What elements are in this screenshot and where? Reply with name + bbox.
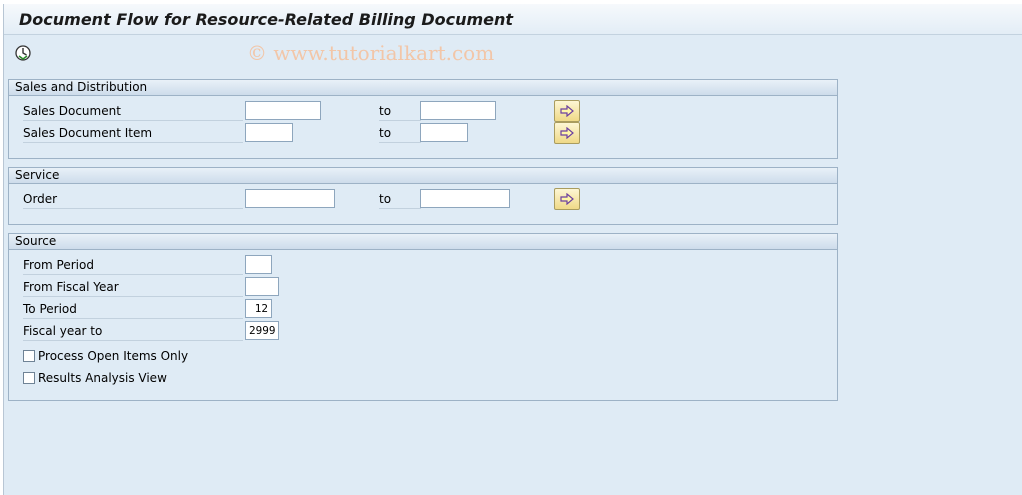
- group-header: Sales and Distribution: [9, 80, 837, 96]
- order-from-input[interactable]: [245, 189, 335, 208]
- fiscal-year-to-label: Fiscal year to: [23, 323, 243, 341]
- title-bar: Document Flow for Resource-Related Billi…: [4, 4, 1022, 35]
- application-toolbar: © www.tutorialkart.com: [4, 36, 1022, 69]
- arrow-right-icon: [560, 193, 574, 205]
- results-analysis-checkbox[interactable]: [23, 372, 35, 384]
- to-label: to: [379, 125, 421, 143]
- sales-document-row: Sales Document to: [9, 100, 837, 122]
- from-fiscal-year-input[interactable]: [245, 277, 279, 296]
- sales-document-label: Sales Document: [23, 103, 243, 121]
- to-label: to: [379, 191, 421, 209]
- process-open-items-checkbox[interactable]: [23, 350, 35, 362]
- from-fiscal-year-label: From Fiscal Year: [23, 279, 243, 297]
- from-period-input[interactable]: [245, 255, 272, 274]
- from-period-label: From Period: [23, 257, 243, 275]
- from-period-row: From Period: [9, 255, 837, 275]
- to-period-label: To Period: [23, 301, 243, 319]
- order-to-input[interactable]: [420, 189, 510, 208]
- to-period-input[interactable]: 12: [245, 299, 272, 318]
- group-header: Source: [9, 234, 837, 250]
- order-label: Order: [23, 191, 243, 209]
- sales-document-to-input[interactable]: [420, 101, 496, 120]
- execute-icon[interactable]: [14, 44, 32, 62]
- multiple-selection-button[interactable]: [554, 122, 580, 144]
- sales-document-item-label: Sales Document Item: [23, 125, 243, 143]
- page-title: Document Flow for Resource-Related Billi…: [19, 10, 514, 29]
- process-open-items-row: Process Open Items Only: [23, 349, 188, 367]
- to-label: to: [379, 103, 421, 121]
- fiscal-year-to-input[interactable]: 2999: [245, 321, 279, 340]
- arrow-right-icon: [560, 105, 574, 117]
- group-source: Source From Period From Fiscal Year To P…: [8, 233, 838, 401]
- group-header: Service: [9, 168, 837, 184]
- fiscal-year-to-row: Fiscal year to 2999: [9, 321, 837, 341]
- watermark-text: © www.tutorialkart.com: [247, 41, 495, 65]
- sales-document-item-to-input[interactable]: [420, 123, 468, 142]
- arrow-right-icon: [560, 127, 574, 139]
- sales-document-item-from-input[interactable]: [245, 123, 293, 142]
- results-analysis-row: Results Analysis View: [23, 371, 167, 389]
- sales-document-from-input[interactable]: [245, 101, 321, 120]
- process-open-items-label: Process Open Items Only: [38, 349, 189, 363]
- to-period-row: To Period 12: [9, 299, 837, 319]
- results-analysis-label: Results Analysis View: [38, 371, 167, 385]
- sap-window: Document Flow for Resource-Related Billi…: [3, 4, 1022, 495]
- group-sales-distribution: Sales and Distribution Sales Document to…: [8, 79, 838, 159]
- sales-document-item-row: Sales Document Item to: [9, 122, 837, 144]
- group-service: Service Order to: [8, 167, 838, 225]
- multiple-selection-button[interactable]: [554, 188, 580, 210]
- from-fiscal-year-row: From Fiscal Year: [9, 277, 837, 297]
- multiple-selection-button[interactable]: [554, 100, 580, 122]
- order-row: Order to: [9, 188, 837, 210]
